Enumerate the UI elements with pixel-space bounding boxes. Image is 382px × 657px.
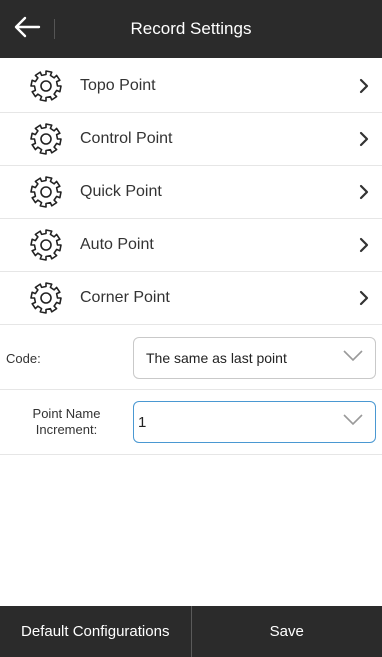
menu-item-quick-point[interactable]: Quick Point: [0, 166, 382, 219]
back-button[interactable]: [0, 0, 54, 58]
gear-icon: [28, 227, 64, 263]
chevron-down-icon: [343, 349, 363, 367]
increment-label: Point Name Increment:: [0, 406, 133, 438]
code-row: Code: The same as last point: [0, 327, 382, 390]
menu-item-label: Corner Point: [80, 289, 170, 306]
default-configurations-button[interactable]: Default Configurations: [0, 606, 191, 657]
gear-icon: [28, 280, 64, 316]
code-select-value: The same as last point: [146, 350, 287, 366]
chevron-right-icon: [346, 131, 382, 147]
menu-item-control-point[interactable]: Control Point: [0, 113, 382, 166]
increment-label-line1: Point Name: [32, 406, 101, 421]
point-type-menu: Topo Point Control Point Quick Point Aut…: [0, 60, 382, 325]
chevron-right-icon: [346, 290, 382, 306]
record-settings-screen: Record Settings Topo Point Control Point…: [0, 0, 382, 657]
chevron-right-icon: [346, 78, 382, 94]
save-button[interactable]: Save: [192, 606, 382, 657]
back-arrow-icon: [13, 15, 41, 44]
increment-label-line2: Increment:: [35, 422, 98, 437]
page-title: Record Settings: [130, 19, 252, 38]
menu-item-corner-point[interactable]: Corner Point: [0, 272, 382, 325]
menu-item-auto-point[interactable]: Auto Point: [0, 219, 382, 272]
increment-combobox[interactable]: 1: [133, 401, 376, 443]
chevron-right-icon: [346, 184, 382, 200]
gear-icon: [28, 68, 64, 104]
title-bar: Record Settings: [0, 0, 382, 58]
menu-item-label: Quick Point: [80, 183, 162, 200]
menu-item-label: Topo Point: [80, 77, 156, 94]
increment-input[interactable]: 1: [138, 414, 146, 431]
bottom-action-bar: Default Configurations Save: [0, 606, 382, 657]
increment-row: Point Name Increment: 1: [0, 390, 382, 455]
chevron-down-icon[interactable]: [343, 413, 363, 431]
code-label: Code:: [6, 350, 41, 366]
menu-item-label: Control Point: [80, 130, 173, 147]
code-select[interactable]: The same as last point: [133, 337, 376, 379]
gear-icon: [28, 121, 64, 157]
menu-item-topo-point[interactable]: Topo Point: [0, 60, 382, 113]
gear-icon: [28, 174, 64, 210]
title-divider: [54, 19, 55, 39]
menu-item-label: Auto Point: [80, 236, 154, 253]
chevron-right-icon: [346, 237, 382, 253]
